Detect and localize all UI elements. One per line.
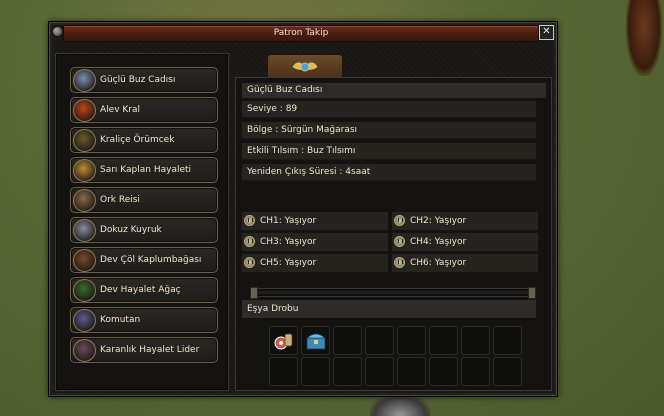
item-slot[interactable] bbox=[397, 357, 426, 386]
commander-avatar-icon bbox=[73, 309, 96, 332]
channel-status-label: CH5: Yaşıyor bbox=[260, 258, 317, 268]
channel-status-icon bbox=[244, 236, 255, 247]
channel-status-cell: CH3: Yaşıyor bbox=[242, 233, 388, 251]
boss-list-item-label: Dev Çöl Kaplumbağası bbox=[100, 255, 202, 265]
boss-list-item-label: Kraliçe Örümcek bbox=[100, 135, 175, 145]
boss-list-item[interactable]: Dev Hayalet Ağaç bbox=[70, 277, 218, 303]
item-slot[interactable] bbox=[493, 357, 522, 386]
scrollbar-left-cap bbox=[250, 287, 258, 299]
boss-tracker-window: Patron Takip ✕ Güçlü Buz Cadısı Alev Kral… bbox=[48, 21, 558, 397]
background-character-bottom bbox=[370, 394, 430, 416]
item-slot[interactable] bbox=[269, 326, 298, 355]
item-slot[interactable] bbox=[493, 326, 522, 355]
channel-status-cell: CH4: Yaşıyor bbox=[392, 233, 538, 251]
boss-list-item[interactable]: Ork Reisi bbox=[70, 187, 218, 213]
item-slot[interactable] bbox=[429, 357, 458, 386]
ghost-tree-avatar-icon bbox=[73, 279, 96, 302]
boss-name: Güçlü Buz Cadısı bbox=[242, 83, 546, 98]
boss-list-item[interactable]: Karanlık Hayalet Lider bbox=[70, 337, 218, 363]
channel-status-icon bbox=[394, 215, 405, 226]
channel-status-label: CH3: Yaşıyor bbox=[260, 237, 317, 247]
yellow-tiger-ghost-avatar-icon bbox=[73, 159, 96, 182]
boss-talisman: Etkili Tılsım : Buz Tılsımı bbox=[242, 143, 536, 160]
boss-list-item[interactable]: Dev Çöl Kaplumbağası bbox=[70, 247, 218, 273]
item-slot[interactable] bbox=[429, 326, 458, 355]
boss-list-item[interactable]: Güçlü Buz Cadısı bbox=[70, 67, 218, 93]
window-title-bar[interactable]: Patron Takip bbox=[63, 25, 539, 42]
close-button[interactable]: ✕ bbox=[539, 25, 554, 40]
window-ornament-icon bbox=[53, 27, 62, 36]
boss-region: Bölge : Sürgün Mağarası bbox=[242, 122, 536, 139]
channel-status-icon bbox=[244, 215, 255, 226]
boss-respawn-time: Yeniden Çıkış Süresi : 4saat bbox=[242, 164, 536, 181]
channel-status-cell: CH6: Yaşıyor bbox=[392, 254, 538, 272]
item-slot[interactable] bbox=[365, 326, 394, 355]
dark-ghost-leader-avatar-icon bbox=[73, 339, 96, 362]
channel-status-label: CH1: Yaşıyor bbox=[260, 216, 317, 226]
item-slot[interactable] bbox=[365, 357, 394, 386]
nine-tails-avatar-icon bbox=[73, 219, 96, 242]
channel-status-icon bbox=[394, 236, 405, 247]
channel-status-icon bbox=[394, 257, 405, 268]
boss-list-item-label: Dokuz Kuyruk bbox=[100, 225, 162, 235]
boss-list-item[interactable]: Alev Kral bbox=[70, 97, 218, 123]
queen-spider-avatar-icon bbox=[73, 129, 96, 152]
channel-status-cell: CH5: Yaşıyor bbox=[242, 254, 388, 272]
item-slot[interactable] bbox=[397, 326, 426, 355]
channel-status-label: CH2: Yaşıyor bbox=[410, 216, 467, 226]
channel-status-label: CH4: Yaşıyor bbox=[410, 237, 467, 247]
item-drop-header: Eşya Drobu bbox=[242, 300, 536, 318]
boss-list-item-label: Alev Kral bbox=[100, 105, 140, 115]
boss-list-item-label: Sarı Kaplan Hayaleti bbox=[100, 165, 192, 175]
boss-list-item-label: Karanlık Hayalet Lider bbox=[100, 345, 200, 355]
channel-status-label: CH6: Yaşıyor bbox=[410, 258, 467, 268]
treasure-chest-item-icon bbox=[305, 333, 327, 350]
window-title: Patron Takip bbox=[273, 28, 329, 38]
scrollbar-right-cap bbox=[528, 287, 536, 299]
channel-status-icon bbox=[244, 257, 255, 268]
boss-list-item[interactable]: Kraliçe Örümcek bbox=[70, 127, 218, 153]
channel-status-cell: CH2: Yaşıyor bbox=[392, 212, 538, 230]
item-slot[interactable] bbox=[301, 357, 330, 386]
desert-turtle-avatar-icon bbox=[73, 249, 96, 272]
wings-emblem-icon bbox=[291, 61, 319, 72]
orc-chief-avatar-icon bbox=[73, 189, 96, 212]
item-drop-grid bbox=[269, 326, 525, 386]
item-slot[interactable] bbox=[461, 326, 490, 355]
boss-detail-panel: Güçlü Buz Cadısı Seviye : 89 Bölge : Sür… bbox=[235, 77, 552, 391]
boss-list-item[interactable]: Dokuz Kuyruk bbox=[70, 217, 218, 243]
item-slot[interactable] bbox=[333, 326, 362, 355]
boss-list-panel: Güçlü Buz Cadısı Alev Kral Kraliçe Örümcek… bbox=[55, 53, 229, 391]
item-slot[interactable] bbox=[269, 357, 298, 386]
boss-list-item-label: Dev Hayalet Ağaç bbox=[100, 285, 181, 295]
boss-list-item[interactable]: Komutan bbox=[70, 307, 218, 333]
scrollbar[interactable] bbox=[250, 287, 536, 299]
item-slot[interactable] bbox=[461, 357, 490, 386]
flame-king-avatar-icon bbox=[73, 99, 96, 122]
channel-status-cell: CH1: Yaşıyor bbox=[242, 212, 388, 230]
boss-list-item-label: Ork Reisi bbox=[100, 195, 140, 205]
boss-list-item[interactable]: Sarı Kaplan Hayaleti bbox=[70, 157, 218, 183]
boss-level: Seviye : 89 bbox=[242, 101, 536, 118]
ice-witch-avatar-icon bbox=[73, 69, 96, 92]
potion-pouch-item-icon bbox=[274, 333, 293, 350]
boss-list-item-label: Güçlü Buz Cadısı bbox=[100, 75, 176, 85]
background-character bbox=[626, 0, 662, 76]
item-slot[interactable] bbox=[333, 357, 362, 386]
item-slot[interactable] bbox=[301, 326, 330, 355]
boss-list-item-label: Komutan bbox=[100, 315, 141, 325]
